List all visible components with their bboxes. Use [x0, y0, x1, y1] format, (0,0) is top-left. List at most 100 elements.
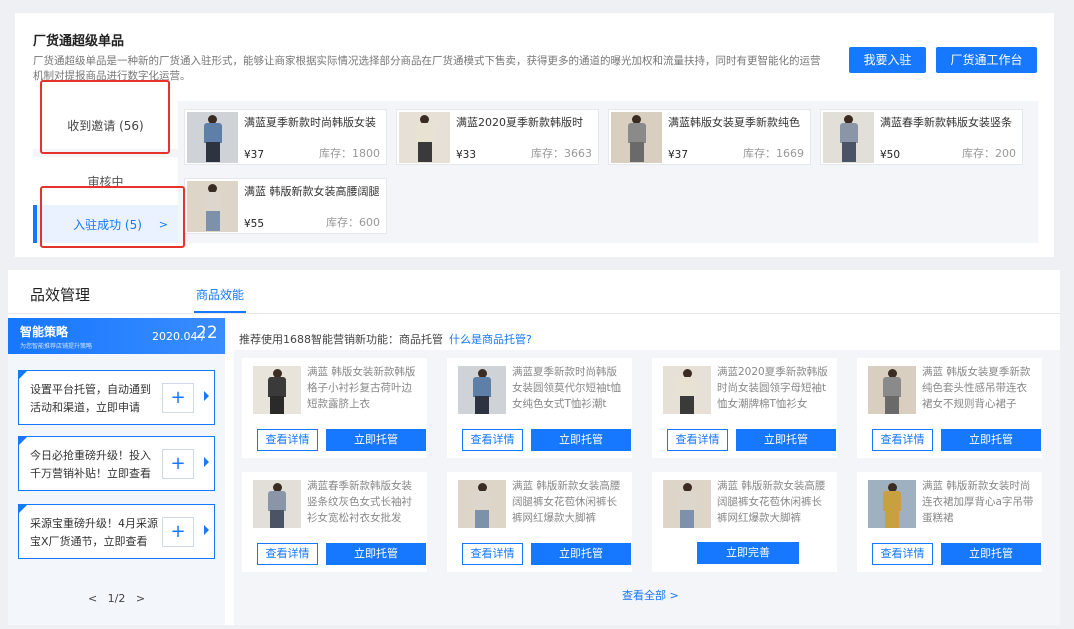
product-thumbnail — [187, 112, 238, 163]
product-name[interactable]: 满蓝 韩版新款女装高腰阔腿裤女花苞休闲裤长裤网红爆款大脚裤 — [512, 478, 626, 526]
product-name[interactable]: 满蓝春季新款韩版女装竖条纹灰色女式长袖衬衫女宽松衬衣女批发 — [307, 478, 421, 526]
product-card[interactable]: 满蓝2020夏季新款韩版时 ¥33 库存：3663 — [396, 109, 599, 165]
panel-description: 厂货通超级单品是一种新的厂货通入驻形式，能够让商家根据实际情况选择部分商品在厂货… — [33, 55, 821, 82]
strategy-title: 智能策略 — [20, 325, 69, 339]
product-name[interactable]: 满蓝 韩版新款女装时尚连衣裙加厚背心a字吊带蛋糕裙 — [922, 478, 1036, 526]
product-name[interactable]: 满蓝2020夏季新款韩版时尚女装圆领字母短袖t恤女潮牌棉T恤衫女 — [717, 364, 831, 412]
product-thumbnail — [399, 112, 450, 163]
product-image — [672, 366, 702, 414]
product-stock: 库存：3663 — [531, 147, 592, 160]
tab-product-efficiency[interactable]: 商品效能 — [196, 286, 244, 303]
hosting-product-card: 满蓝 韩版新款女装高腰阔腿裤女花苞休闲裤长裤网红爆款大脚裤查看详情 立即托管 — [447, 472, 632, 572]
view-details-button[interactable]: 查看详情 — [257, 543, 318, 565]
hosting-product-card: 满蓝2020夏季新款韩版时尚女装圆领字母短袖t恤女潮牌棉T恤衫女查看详情 立即托管 — [652, 358, 837, 458]
hosting-product-card: 满蓝 韩版新款女装高腰阔腿裤女花苞休闲裤长裤网红爆款大脚裤立即完善 — [652, 472, 837, 572]
tab-joined-success[interactable]: 入驻成功 (5) > — [33, 205, 178, 243]
strategy-header: 智能策略 为您智能推荐店铺提升策略 2020.04 / 22 — [8, 318, 225, 354]
host-now-button[interactable]: 立即托管 — [941, 429, 1041, 451]
product-stock: 库存：200 — [962, 147, 1016, 160]
view-details-button[interactable]: 查看详情 — [462, 543, 523, 565]
plus-icon[interactable]: + — [162, 449, 194, 479]
view-all-link[interactable]: 查看全部 > — [622, 587, 679, 603]
strategy-card[interactable]: 设置平台托管，自动通到活动和渠道，立即申请 + — [18, 370, 215, 425]
workbench-button[interactable]: 厂货通工作台 — [936, 47, 1037, 73]
host-now-button[interactable]: 立即托管 — [941, 543, 1041, 565]
view-details-button[interactable]: 查看详情 — [872, 543, 933, 565]
product-image — [262, 366, 292, 414]
host-now-button[interactable]: 立即托管 — [736, 429, 836, 451]
plus-icon[interactable]: + — [162, 517, 194, 547]
product-image — [877, 366, 907, 414]
product-name: 满蓝夏季新款时尚韩版女装 — [244, 116, 376, 129]
product-name: 满蓝韩版女装夏季新款纯色 — [668, 116, 800, 129]
product-card[interactable]: 满蓝 韩版新款女装高腰阔腿 ¥55 库存：600 — [184, 178, 387, 234]
product-thumbnail[interactable] — [253, 366, 301, 414]
tab-under-review[interactable]: 审核中 — [33, 157, 178, 205]
plus-icon[interactable]: + — [162, 383, 194, 413]
product-image — [467, 366, 497, 414]
strategy-day: 22 — [196, 323, 218, 343]
product-name[interactable]: 满蓝 韩版女装新款韩版格子小衬衫复古荷叶边短款露脐上衣 — [307, 364, 421, 412]
hosting-product-card: 满蓝 韩版新款女装时尚连衣裙加厚背心a字吊带蛋糕裙查看详情 立即托管 — [857, 472, 1042, 572]
view-details-button[interactable]: 查看详情 — [667, 429, 728, 451]
product-image — [410, 112, 440, 163]
product-thumbnail[interactable] — [458, 366, 506, 414]
product-image — [834, 112, 864, 163]
hosting-product-grid: 满蓝 韩版女装新款韩版格子小衬衫复古荷叶边短款露脐上衣 查看详情 立即托管 满蓝夏季新… — [234, 350, 1060, 625]
divider — [8, 313, 1060, 314]
view-details-button[interactable]: 查看详情 — [872, 429, 933, 451]
tab-received-invitations[interactable]: 收到邀请 (56) — [33, 101, 178, 149]
arrow-right-icon[interactable] — [204, 525, 209, 535]
product-name[interactable]: 满蓝 韩版新款女装高腰阔腿裤女花苞休闲裤长裤网红爆款大脚裤 — [717, 478, 831, 526]
host-now-button[interactable]: 立即托管 — [531, 429, 631, 451]
product-card[interactable]: 满蓝春季新款韩版女装竖条 ¥50 库存：200 — [820, 109, 1023, 165]
host-now-button[interactable]: 立即托管 — [326, 543, 426, 565]
strategy-card-text: 设置平台托管，自动通到活动和渠道，立即申请 — [30, 383, 151, 414]
view-details-button[interactable]: 查看详情 — [462, 429, 523, 451]
strategy-card[interactable]: 采源宝重磅升级！4月采源宝X厂货通节，立即查看 + — [18, 504, 215, 559]
hosting-product-card: 满蓝 韩版女装夏季新款纯色套头性感吊带连衣裙女不规则背心裙子查看详情 立即托管 — [857, 358, 1042, 458]
product-image — [467, 480, 497, 528]
product-thumbnail[interactable] — [458, 480, 506, 528]
product-thumbnail[interactable] — [868, 366, 916, 414]
arrow-right-icon[interactable] — [204, 457, 209, 467]
hosting-product-card: 满蓝春季新款韩版女装竖条纹灰色女式长袖衬衫女宽松衬衣女批发查看详情 立即托管 — [242, 472, 427, 572]
performance-panel: 品效管理 商品效能 智能策略 为您智能推荐店铺提升策略 2020.04 / 22… — [8, 270, 1060, 625]
product-thumbnail[interactable] — [663, 480, 711, 528]
product-name[interactable]: 满蓝 韩版女装夏季新款纯色套头性感吊带连衣裙女不规则背心裙子 — [922, 364, 1036, 412]
view-details-button[interactable]: 查看详情 — [257, 429, 318, 451]
pagination[interactable]: < 1/2 > — [8, 592, 225, 605]
tab-label: 入驻成功 (5) — [73, 217, 142, 232]
chevron-right-icon: > — [158, 217, 168, 231]
product-thumbnail[interactable] — [663, 366, 711, 414]
status-tabs-box: 收到邀请 (56) 审核中 入驻成功 (5) > 满蓝夏季新款时尚韩版女装 ¥37… — [33, 101, 1038, 243]
product-thumbnail — [823, 112, 874, 163]
product-price: ¥37 — [668, 149, 689, 161]
product-name: 满蓝 韩版新款女装高腰阔腿 — [244, 185, 380, 198]
arrow-right-icon[interactable] — [204, 391, 209, 401]
tab-label: 收到邀请 (56) — [67, 118, 144, 133]
product-stock: 库存：1669 — [743, 147, 804, 160]
what-is-hosting-link[interactable]: 什么是商品托管? — [449, 331, 532, 347]
host-now-button[interactable]: 立即托管 — [531, 543, 631, 565]
product-price: ¥55 — [244, 218, 265, 230]
product-name[interactable]: 满蓝夏季新款时尚韩版女装圆领莫代尔短袖t恤女纯色女式T恤衫潮t — [512, 364, 626, 412]
complete-info-button[interactable]: 立即完善 — [697, 542, 799, 564]
product-price: ¥37 — [244, 149, 265, 161]
product-price: ¥50 — [880, 149, 901, 161]
product-card[interactable]: 满蓝韩版女装夏季新款纯色 ¥37 库存：1669 — [608, 109, 811, 165]
strategy-subtitle: 为您智能推荐店铺提升策略 — [20, 343, 93, 350]
product-image — [198, 112, 228, 163]
host-now-button[interactable]: 立即托管 — [326, 429, 426, 451]
strategy-card-text: 今日必抢重磅升级！投入千万营销补贴！立即查看 — [30, 449, 151, 480]
strategy-card[interactable]: 今日必抢重磅升级！投入千万营销补贴！立即查看 + — [18, 436, 215, 491]
product-thumbnail[interactable] — [868, 480, 916, 528]
product-card[interactable]: 满蓝夏季新款时尚韩版女装 ¥37 库存：1800 — [184, 109, 387, 165]
product-thumbnail[interactable] — [253, 480, 301, 528]
super-product-panel: 厂货通超级单品 厂货通超级单品是一种新的厂货通入驻形式，能够让商家根据实际情况选… — [15, 13, 1054, 257]
product-stock: 库存：600 — [326, 216, 380, 229]
hosting-product-card: 满蓝夏季新款时尚韩版女装圆领莫代尔短袖t恤女纯色女式T恤衫潮t 查看详情 立即托管 — [447, 358, 632, 458]
join-button[interactable]: 我要入驻 — [849, 47, 926, 73]
panel-title: 厂货通超级单品 — [33, 34, 125, 49]
hosting-product-card: 满蓝 韩版女装新款韩版格子小衬衫复古荷叶边短款露脐上衣查看详情 立即托管 — [242, 358, 427, 458]
